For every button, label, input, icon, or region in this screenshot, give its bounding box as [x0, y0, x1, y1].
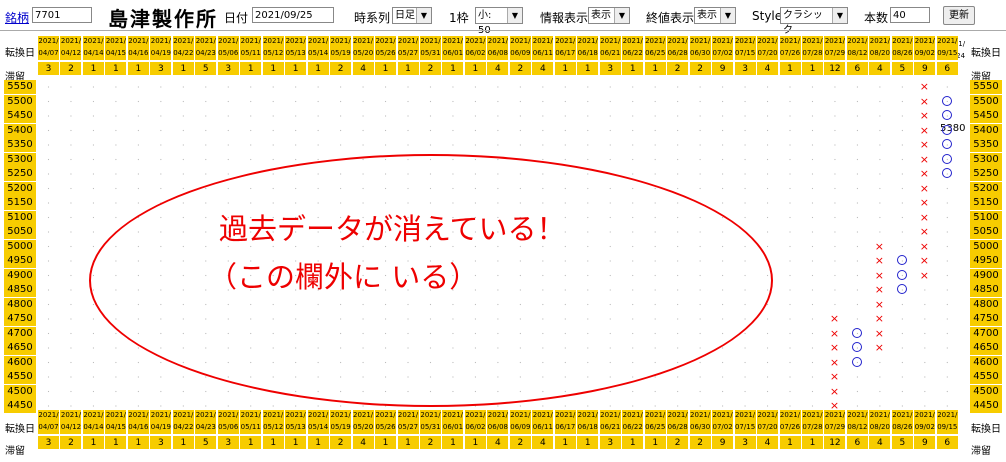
o-mark	[849, 341, 865, 355]
o-mark	[939, 109, 955, 123]
x-mark: ×	[919, 239, 929, 253]
x-mark: ×	[829, 355, 840, 369]
o-ring	[851, 356, 862, 367]
x-mark: ×	[829, 384, 840, 398]
x-mark: ×	[919, 138, 929, 151]
x-mark: ×	[919, 268, 929, 282]
o-ring	[941, 95, 952, 106]
o-ring	[896, 269, 907, 280]
o-ring	[896, 284, 907, 294]
x-mark: ×	[874, 312, 884, 325]
o-mark	[894, 283, 910, 297]
x-mark: ×	[829, 326, 840, 340]
o-mark	[849, 356, 865, 370]
o-ring	[941, 153, 952, 164]
x-mark: ×	[919, 196, 929, 209]
o-ring	[941, 124, 952, 135]
x-mark: ×	[919, 167, 929, 180]
x-mark: ×	[919, 109, 929, 122]
x-mark: ×	[874, 341, 884, 354]
x-mark: ×	[919, 80, 929, 93]
x-mark: ×	[829, 312, 840, 325]
x-mark: ×	[874, 326, 884, 340]
x-mark: ×	[919, 210, 929, 224]
o-ring	[941, 168, 952, 178]
o-mark	[939, 124, 955, 138]
o-ring	[941, 110, 952, 120]
x-mark: ×	[919, 94, 929, 108]
x-mark: ×	[874, 239, 884, 253]
annotation-line1: 過去データが消えている！	[219, 212, 566, 246]
x-mark: ×	[874, 268, 884, 282]
o-mark	[939, 153, 955, 167]
o-mark	[939, 95, 955, 109]
x-mark: ×	[829, 399, 840, 412]
o-ring	[851, 342, 862, 352]
o-ring	[941, 139, 952, 149]
o-ring	[896, 255, 907, 265]
x-mark: ×	[919, 181, 929, 195]
o-mark	[894, 254, 910, 268]
o-mark	[939, 167, 955, 181]
x-mark: ×	[829, 370, 840, 383]
o-mark	[939, 138, 955, 152]
x-mark: ×	[874, 254, 884, 267]
x-mark: ×	[919, 254, 929, 267]
annotation-line2: （この欄外に いる）	[208, 260, 479, 294]
o-ring	[851, 327, 862, 338]
o-mark	[894, 269, 910, 283]
x-mark: ×	[829, 341, 840, 354]
o-mark	[849, 327, 865, 341]
x-mark: ×	[919, 123, 929, 137]
x-mark: ×	[874, 283, 884, 296]
x-mark: ×	[919, 225, 929, 238]
x-mark: ×	[919, 152, 929, 166]
x-mark: ×	[874, 297, 884, 311]
